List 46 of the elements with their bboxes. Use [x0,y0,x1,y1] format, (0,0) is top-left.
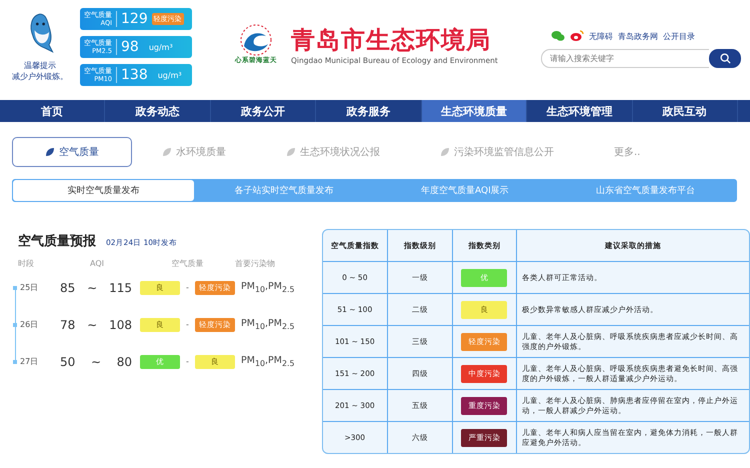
search-button[interactable] [709,49,741,68]
weibo-icon[interactable] [570,30,584,42]
dash: - [186,320,189,329]
aqi-high: 108 [109,318,132,332]
aqi-low: 50 [60,354,76,368]
aqi-high: 115 [109,280,132,294]
nav-item[interactable]: 首页 [0,100,106,122]
nav-item[interactable]: 政务公开 [210,100,316,122]
primary-pollutant: PM$_{10}$,PM$_{2.5}$ [240,318,295,331]
subnav-item[interactable]: 空气质量 [12,137,132,167]
reading-value: 138 [121,67,148,83]
reading-value: 98 [121,39,139,55]
column-header: 首要污染物 [235,258,276,269]
nav-item[interactable]: 生态环境管理 [527,100,633,122]
forecast-title: 空气质量预报 [18,232,96,250]
search-icon [720,53,730,64]
header-link[interactable]: 青岛政务网 [618,30,658,42]
dash: - [186,283,189,292]
dash: - [186,357,189,366]
aqi-low: 78 [60,318,76,332]
primary-pollutant: PM$_{10}$,PM$_{2.5}$ [240,281,295,294]
range-separator: ~ [87,318,98,332]
reading-unit: ug/m³ [148,42,173,52]
site-title: 青岛市生态环境局 [291,25,492,56]
header-link[interactable]: 无障碍 [589,30,613,42]
primary-pollutant: PM$_{10}$,PM$_{2.5}$ [240,355,295,368]
tab[interactable]: 实时空气质量发布 [13,180,194,201]
tip-text: 温馨提示 减少户外锻炼。 [12,60,68,82]
column-header: 时段 [18,258,35,269]
aqi-low: 85 [60,280,76,294]
wechat-icon[interactable] [551,30,565,42]
range-separator: ~ [90,354,102,368]
column-header: AQI [89,259,105,268]
forecast-day: 25日 [20,282,38,293]
column-header: 空气质量 [170,258,204,269]
nav-item[interactable]: 生态环境质量 [422,100,528,122]
nav-item[interactable]: 政民互动 [632,100,738,122]
nav-item[interactable]: 政务动态 [105,100,211,122]
header-link[interactable]: 公开目录 [663,30,695,42]
range-separator: ~ [87,280,98,294]
forecast-day: 26日 [20,319,38,330]
reading-unit: ug/m³ [158,70,182,80]
aqi-high: 80 [116,354,132,368]
search-field[interactable]: 请输入搜索关键字 [541,49,709,68]
forecast-day: 27日 [20,356,38,367]
reading-value: 129 [121,11,148,27]
